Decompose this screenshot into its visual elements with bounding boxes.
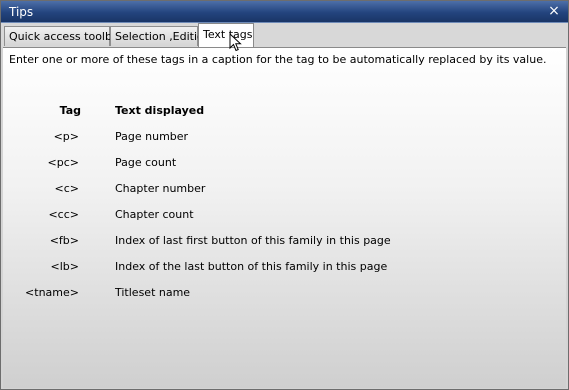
tab-content-text-tags: Enter one or more of these tags in a cap…	[3, 47, 566, 388]
text-cell: Chapter number	[115, 182, 206, 195]
tab-strip: Quick access toolbar Selection ,Edition …	[1, 23, 568, 47]
table-row: <lb> Index of the last button of this fa…	[3, 260, 563, 280]
tag-cell: <p>	[53, 130, 79, 143]
table-row: <fb> Index of last first button of this …	[3, 234, 563, 254]
column-header-text-displayed: Text displayed	[115, 104, 205, 117]
table-row: <pc> Page count	[3, 156, 563, 176]
tag-cell: <fb>	[49, 234, 79, 247]
table-row: <tname> Titleset name	[3, 286, 563, 306]
intro-text: Enter one or more of these tags in a cap…	[9, 53, 547, 66]
text-cell: Index of the last button of this family …	[115, 260, 388, 273]
table-row: <c> Chapter number	[3, 182, 563, 202]
tag-cell: <tname>	[25, 286, 79, 299]
tag-cell: <pc>	[47, 156, 79, 169]
tag-cell: <c>	[54, 182, 79, 195]
tab-quick-access-toolbar[interactable]: Quick access toolbar	[4, 26, 123, 46]
tips-window: Tips × Quick access toolbar Selection ,E…	[0, 0, 569, 390]
close-icon[interactable]: ×	[546, 3, 562, 19]
table-row: <p> Page number	[3, 130, 563, 150]
title-bar[interactable]: Tips ×	[1, 1, 568, 23]
text-cell: Titleset name	[115, 286, 191, 299]
tag-cell: <cc>	[48, 208, 79, 221]
text-cell: Page number	[115, 130, 189, 143]
tab-selection-edition[interactable]: Selection ,Edition	[110, 26, 211, 46]
text-cell: Index of last first button of this famil…	[115, 234, 391, 247]
window-title: Tips	[9, 5, 34, 19]
mouse-cursor-icon	[229, 33, 242, 52]
tab-text-tags[interactable]: Text tags	[198, 23, 254, 47]
column-header-tag: Tag	[59, 104, 81, 117]
text-cell: Chapter count	[115, 208, 194, 221]
text-cell: Page count	[115, 156, 177, 169]
tag-cell: <lb>	[50, 260, 79, 273]
table-row: <cc> Chapter count	[3, 208, 563, 228]
